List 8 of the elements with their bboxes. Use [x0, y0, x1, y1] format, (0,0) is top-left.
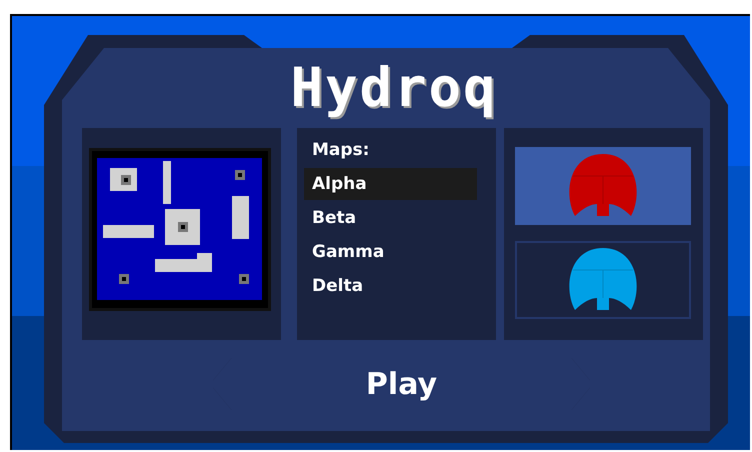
- game-title: Hydroq: [290, 55, 498, 121]
- play-button[interactable]: Play: [210, 355, 593, 413]
- maps-heading: Maps:: [311, 139, 370, 162]
- map-list-item[interactable]: Delta: [304, 270, 477, 302]
- team-option[interactable]: [515, 241, 691, 319]
- map-list-item[interactable]: Alpha: [304, 168, 477, 200]
- map-list-item[interactable]: Gamma: [304, 236, 477, 268]
- map-list-item[interactable]: Beta: [304, 202, 477, 234]
